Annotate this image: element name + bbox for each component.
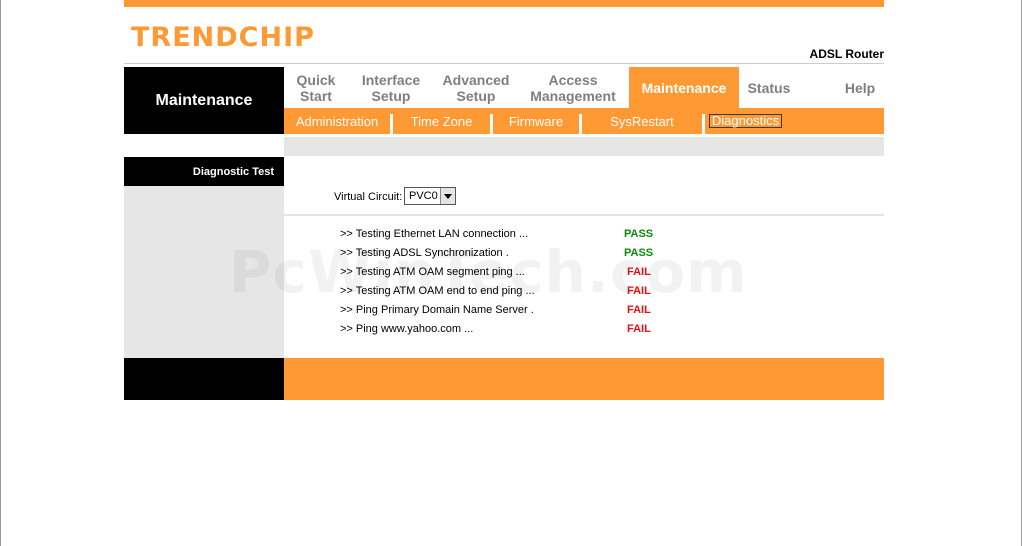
nav-quick-start[interactable]: Quick Start <box>284 67 348 108</box>
product-name: ADSL Router <box>809 47 884 61</box>
nav-maintenance-label: Maintenance <box>641 79 727 96</box>
test-row: >> Testing ADSL Synchronization . PASS <box>340 247 680 263</box>
nav-maintenance[interactable]: Maintenance <box>629 67 739 108</box>
nav-advanced-setup-line1: Advanced <box>442 71 510 88</box>
nav-status[interactable]: Status <box>742 67 796 108</box>
footer-left-block <box>124 358 284 400</box>
test-result: PASS <box>624 228 654 240</box>
test-label: >> Testing Ethernet LAN connection ... <box>340 228 529 240</box>
test-result: FAIL <box>627 323 651 335</box>
subnav-administration-label: Administration <box>295 113 379 129</box>
main-nav: Quick Start Interface Setup Advanced Setup … <box>284 67 884 108</box>
nav-advanced-setup-line2: Setup <box>456 87 496 104</box>
test-row: >> Testing ATM OAM end to end ping ... F… <box>340 285 680 301</box>
subnav-firmware[interactable]: Firmware <box>493 108 579 134</box>
section-title: Maintenance <box>124 67 284 134</box>
test-label: >> Testing ADSL Synchronization . <box>340 247 509 259</box>
test-result: FAIL <box>627 304 651 316</box>
footer-bar <box>284 358 884 400</box>
virtual-circuit-value: PVC0 <box>409 190 438 202</box>
top-accent-bar <box>124 0 884 7</box>
virtual-circuit-select[interactable]: PVC0 <box>404 187 456 205</box>
nav-help-label: Help <box>844 79 876 96</box>
nav-interface-setup-line2: Setup <box>371 87 411 104</box>
subnav-sysrestart[interactable]: SysRestart <box>582 108 702 134</box>
test-label: >> Ping Primary Domain Name Server . <box>340 304 534 316</box>
nav-quick-start-line1: Quick <box>296 71 336 88</box>
subnav-time-zone[interactable]: Time Zone <box>393 108 490 134</box>
content-header-strip <box>284 137 884 156</box>
nav-quick-start-line2: Start <box>300 87 332 104</box>
nav-status-label: Status <box>747 79 791 96</box>
nav-access-management-line1: Access <box>548 71 598 88</box>
test-label: >> Testing ATM OAM segment ping ... <box>340 266 525 278</box>
subnav-diagnostics-label: Diagnostics <box>708 114 783 128</box>
subnav-firmware-label: Firmware <box>508 113 564 129</box>
virtual-circuit-label: Virtual Circuit: <box>334 191 403 203</box>
content-divider <box>284 214 884 216</box>
test-result: FAIL <box>627 266 651 278</box>
subnav-administration[interactable]: Administration <box>284 108 390 134</box>
test-label: >> Ping www.yahoo.com ... <box>340 323 474 335</box>
nav-interface-setup-line1: Interface <box>361 71 421 88</box>
nav-help[interactable]: Help <box>836 67 884 108</box>
nav-interface-setup[interactable]: Interface Setup <box>354 67 428 108</box>
subnav-time-zone-label: Time Zone <box>410 113 473 129</box>
brand-logo: TRENDCHIP <box>131 22 315 53</box>
chevron-down-icon[interactable] <box>440 188 455 204</box>
nav-access-management[interactable]: Access Management <box>524 67 622 108</box>
test-row: >> Ping www.yahoo.com ... FAIL <box>340 323 680 339</box>
test-row: >> Testing ATM OAM segment ping ... FAIL <box>340 266 680 282</box>
sidebar-heading: Diagnostic Test <box>124 157 284 186</box>
header-divider <box>124 63 884 64</box>
test-label: >> Testing ATM OAM end to end ping ... <box>340 285 535 297</box>
test-row: >> Testing Ethernet LAN connection ... P… <box>340 228 680 244</box>
test-row: >> Ping Primary Domain Name Server . FAI… <box>340 304 680 320</box>
sub-nav: Administration Time Zone Firmware SysRes… <box>284 108 884 134</box>
subnav-sysrestart-label: SysRestart <box>610 113 674 129</box>
nav-access-management-line2: Management <box>530 87 616 104</box>
nav-advanced-setup[interactable]: Advanced Setup <box>436 67 516 108</box>
test-result: PASS <box>624 247 654 259</box>
subnav-diagnostics[interactable]: Diagnostics <box>705 108 786 134</box>
test-result: FAIL <box>627 285 651 297</box>
